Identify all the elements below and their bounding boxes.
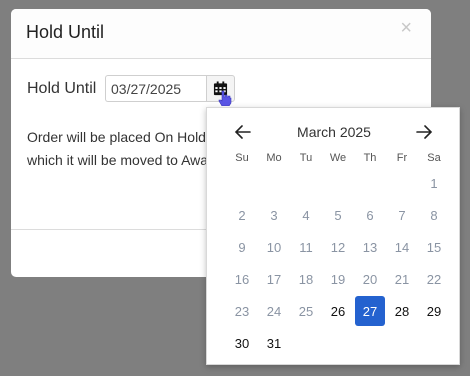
day-cell: 15: [426, 239, 442, 255]
datepicker-header: March 2025: [207, 120, 461, 144]
day-cell: 11: [299, 239, 313, 255]
selected-day-cell[interactable]: 27: [355, 296, 385, 326]
day-cell: 10: [266, 239, 282, 255]
day-cell[interactable]: 29: [418, 295, 450, 327]
day-cell: 13: [362, 239, 378, 255]
day-cell[interactable]: 31: [258, 327, 290, 359]
empty-day-cell: [322, 167, 354, 199]
day-cell: 24: [266, 303, 282, 319]
weekday-label: Fr: [396, 152, 408, 164]
arrow-right-icon[interactable]: [412, 120, 436, 144]
hold-until-label: Hold Until: [27, 80, 97, 97]
modal-title: Hold Until: [26, 22, 105, 42]
day-cell: 8: [430, 207, 438, 223]
day-cell: 3: [270, 207, 278, 223]
day-cell: 22: [426, 271, 442, 287]
day-cell[interactable]: 30: [226, 327, 258, 359]
day-cell[interactable]: 28: [386, 295, 418, 327]
day-cell: 16: [234, 271, 250, 287]
date-input[interactable]: [105, 75, 206, 102]
datepicker-popup: March 2025 Su Mo Tu We Th Fr Sa 1 2 3 4 5 6 7 8 9 10 11 1…: [206, 107, 460, 365]
close-icon[interactable]: ×: [400, 18, 412, 38]
empty-day-cell: [386, 167, 418, 199]
weekday-label: We: [329, 152, 347, 164]
empty-day-cell: [226, 167, 258, 199]
day-grid: 1 2 3 4 5 6 7 8 9 10 11 12 13 14 15 16 17 18 19 20 21 22 23 24 2…: [226, 167, 450, 359]
empty-day-cell: [290, 327, 322, 359]
day-cell: 25: [298, 303, 314, 319]
day-cell[interactable]: 26: [322, 295, 354, 327]
day-cell: 1: [430, 175, 438, 191]
weekday-label: Su: [235, 152, 249, 164]
empty-day-cell: [386, 327, 418, 359]
weekday-label: Th: [363, 152, 377, 164]
empty-day-cell: [418, 327, 450, 359]
day-cell: 9: [238, 239, 246, 255]
empty-day-cell: [290, 167, 322, 199]
day-cell: 7: [398, 207, 406, 223]
day-cell: 4: [302, 207, 310, 223]
day-cell: 12: [330, 239, 346, 255]
empty-day-cell: [322, 327, 354, 359]
day-cell: 5: [334, 207, 342, 223]
empty-day-cell: [354, 327, 386, 359]
weekday-label: Mo: [266, 152, 282, 164]
day-cell: 20: [362, 271, 378, 287]
day-cell: 19: [330, 271, 346, 287]
weekday-label: Sa: [427, 152, 441, 164]
day-cell: 2: [238, 207, 246, 223]
modal-header: Hold Until ×: [11, 9, 431, 59]
day-cell: 17: [266, 271, 282, 287]
empty-day-cell: [258, 167, 290, 199]
day-cell: 18: [298, 271, 314, 287]
day-cell: 21: [394, 271, 410, 287]
empty-day-cell: [354, 167, 386, 199]
weekday-header: Su Mo Tu We Th Fr Sa: [226, 152, 450, 164]
weekday-label: Tu: [299, 152, 313, 164]
day-cell: 6: [366, 207, 374, 223]
day-cell: 23: [234, 303, 250, 319]
pointer-hand-icon: [218, 90, 232, 106]
day-cell: 14: [394, 239, 410, 255]
